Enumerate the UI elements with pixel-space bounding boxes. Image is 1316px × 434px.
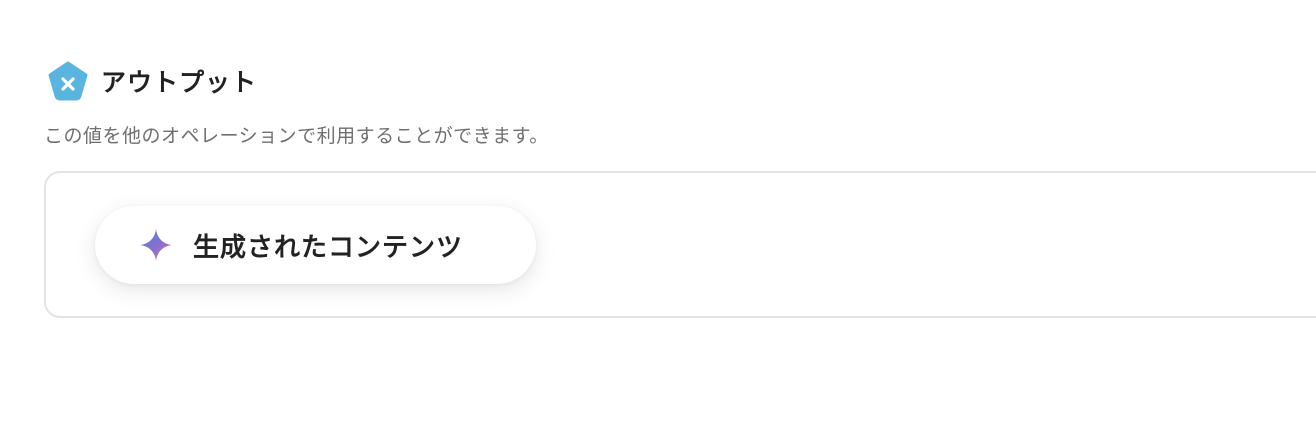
pentagon-x-icon [48,61,88,101]
output-header: アウトプット [47,61,257,101]
output-description: この値を他のオペレーションで利用することができます。 [44,125,549,147]
page-title: アウトプット [101,68,258,97]
chip-label: 生成されたコンテンツ [193,232,464,263]
output-panel: アウトプット この値を他のオペレーションで利用することができます。 生成されたコ… [0,0,1316,434]
sparkle-icon [140,229,172,261]
generated-content-chip[interactable]: 生成されたコンテンツ [95,206,536,284]
